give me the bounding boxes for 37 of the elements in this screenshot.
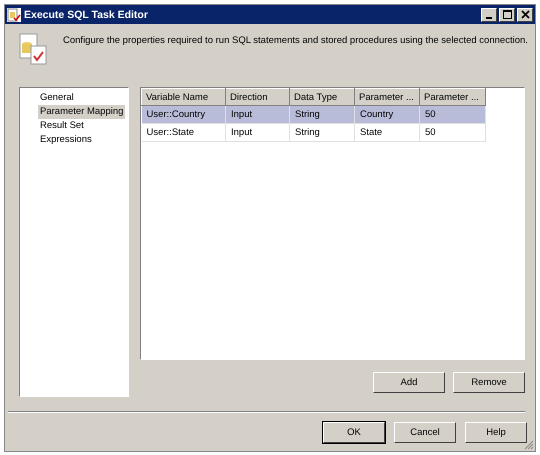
column-header[interactable]: Parameter ... [420, 88, 486, 106]
column-header[interactable]: Parameter ... [354, 88, 420, 106]
column-header[interactable]: Data Type [290, 88, 354, 106]
table-row[interactable]: User::Country Input String Country 50 [142, 106, 486, 124]
table-cell: User::State [142, 124, 226, 142]
table-cell: String [290, 106, 354, 124]
app-icon [7, 8, 21, 22]
column-header[interactable]: Variable Name [142, 88, 226, 106]
minimize-icon [486, 16, 492, 18]
table-row[interactable]: User::State Input String State 50 [142, 124, 486, 142]
minimize-button[interactable] [481, 8, 497, 22]
sidebar-item[interactable]: Result Set [38, 119, 86, 133]
column-header[interactable]: Direction [226, 88, 290, 106]
maximize-icon [502, 10, 512, 19]
dialog-button[interactable]: Help [465, 422, 527, 443]
table-button[interactable]: Remove [453, 372, 525, 393]
table-cell: Input [226, 124, 290, 142]
table-cell: Input [226, 106, 290, 124]
dialog-button[interactable]: OK [323, 422, 385, 443]
close-icon [520, 10, 530, 19]
table-cell: Country [354, 106, 420, 124]
close-button[interactable] [517, 8, 533, 22]
task-icon [19, 32, 49, 66]
window-title: Execute SQL Task Editor [24, 8, 149, 20]
resize-grip-icon[interactable] [524, 440, 534, 450]
table-cell: 50 [420, 124, 486, 142]
sidebar-item[interactable]: Parameter Mapping [38, 105, 126, 119]
table-cell: 50 [420, 106, 486, 124]
dialog-button[interactable]: Cancel [394, 422, 456, 443]
table-button[interactable]: Add [373, 372, 445, 393]
sidebar-item[interactable]: General [38, 91, 76, 105]
table-cell: State [354, 124, 420, 142]
description-text: Configure the properties required to run SQL statements and stored procedures using the selected connection. [63, 34, 528, 46]
table-cell: String [290, 124, 354, 142]
maximize-button[interactable] [499, 8, 515, 22]
sidebar-item[interactable]: Expressions [38, 133, 94, 147]
table-cell: User::Country [142, 106, 226, 124]
